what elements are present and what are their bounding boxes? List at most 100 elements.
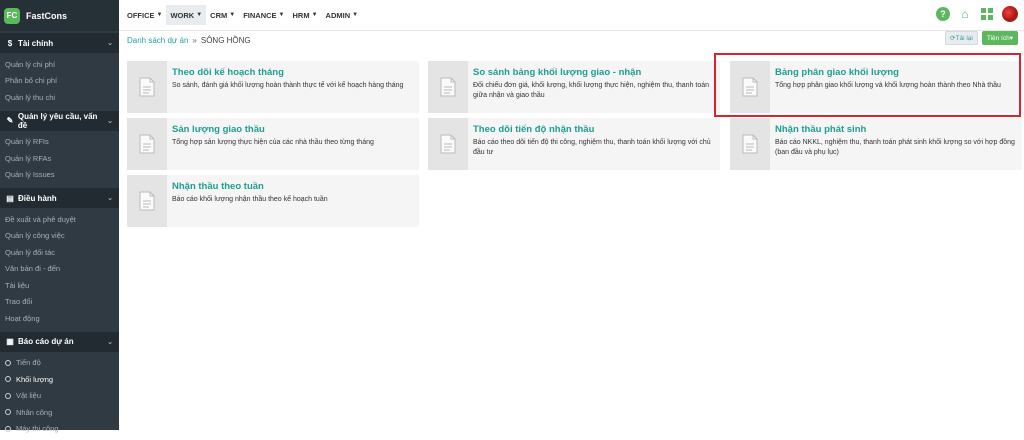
breadcrumb-separator: »: [192, 35, 197, 45]
sidebar-section-reports[interactable]: ▦ Báo cáo dự án ⌄: [0, 331, 119, 352]
reload-button[interactable]: ⟳ Tải lại: [945, 31, 978, 45]
sidebar-item-tasks[interactable]: Quản lý công việc: [0, 228, 119, 245]
chevron-down-icon: ⌄: [107, 117, 113, 125]
nav-label: Vật liệu: [16, 391, 42, 401]
report-card-contract-progress[interactable]: Theo dõi tiến độ nhận thầu Báo cáo theo d…: [428, 118, 720, 170]
chevron-down-icon: ⌄: [107, 40, 113, 47]
card-thumb: [127, 175, 167, 227]
menu-office[interactable]: OFFICE ▼: [123, 5, 166, 25]
section-title: Báo cáo dự án: [18, 337, 74, 346]
nav-label: Máy thi công: [16, 424, 59, 434]
card-description: Đối chiếu đơn giá, khối lượng, khối lượn…: [473, 82, 710, 99]
sidebar-item-proposals[interactable]: Đề xuất và phê duyệt: [0, 211, 119, 228]
top-navbar: OFFICE ▼ WORK ▼ CRM ▼ FINANCE ▼ HRM ▼ ADMIN ▼ …: [119, 0, 1024, 31]
breadcrumb-link-projects[interactable]: Danh sách dự án: [127, 36, 188, 45]
card-title: Nhận thầu phát sinh: [775, 124, 867, 135]
sidebar-item-rfis[interactable]: Quản lý RFIs: [0, 134, 119, 151]
sidebar-item-materials[interactable]: Vật liệu: [0, 388, 119, 405]
sidebar-item-progress[interactable]: Tiến độ: [0, 355, 119, 372]
tools-dropdown-button[interactable]: Tiện ích ▾: [981, 31, 1018, 45]
sidebar-item-issues[interactable]: Quản lý Issues: [0, 167, 119, 184]
sidebar-section-requests[interactable]: ✎ Quản lý yêu cầu, vấn đề ⌄: [0, 110, 119, 131]
card-thumb: [428, 61, 468, 113]
sidebar-item-activity[interactable]: Hoạt động: [0, 310, 119, 327]
report-card-subcontract-output[interactable]: Sản lượng giao thầu Tổng hợp sản lượng th…: [127, 118, 419, 170]
document-icon: [139, 191, 155, 211]
card-description: Báo cáo khối lượng nhận thầu theo kế hoạ…: [172, 196, 328, 203]
circle-icon: [5, 376, 11, 383]
report-card-additional-contract[interactable]: Nhận thầu phát sinh Báo cáo NKKL, nghiệm …: [730, 118, 1022, 170]
caret-down-icon: ▾: [1009, 35, 1013, 42]
brand[interactable]: FC FastCons: [0, 0, 119, 31]
sidebar-section-finance[interactable]: $ Tài chính ⌄: [0, 33, 119, 53]
sidebar-item-documents-in-out[interactable]: Văn bản đi - đến: [0, 261, 119, 278]
edit-icon: ✎: [6, 116, 14, 125]
card-thumb: [127, 61, 167, 113]
caret-down-icon: ▼: [278, 12, 285, 18]
brand-name: FastCons: [26, 10, 68, 21]
menu-admin[interactable]: ADMIN ▼: [322, 5, 363, 25]
sidebar-section-operations[interactable]: ▤ Điều hành ⌄: [0, 188, 119, 208]
card-title: Theo dõi kế hoạch tháng: [172, 67, 284, 78]
caret-down-icon: ▼: [156, 12, 163, 18]
nav-label: Tiến độ: [16, 358, 41, 368]
caret-down-icon: ▼: [311, 12, 318, 18]
sidebar-item-partners[interactable]: Quản lý đối tác: [0, 244, 119, 261]
section-title: Tài chính: [18, 38, 54, 48]
menu-work[interactable]: WORK ▼: [166, 5, 207, 25]
menu-label: HRM: [292, 10, 310, 20]
sidebar-item-labor[interactable]: Nhân công: [0, 404, 119, 421]
report-card-volume-comparison[interactable]: So sánh bảng khối lượng giao - nhận Đối c…: [428, 61, 720, 113]
sidebar-item-cost-allocation[interactable]: Phân bổ chi phí: [0, 73, 119, 90]
circle-icon: [5, 359, 11, 366]
sidebar-item-files[interactable]: Tài liệu: [0, 277, 119, 294]
section-title: Quản lý yêu cầu, vấn đề: [17, 111, 98, 130]
sidebar-item-discussion[interactable]: Trao đổi: [0, 294, 119, 311]
menu-crm[interactable]: CRM ▼: [206, 5, 239, 25]
card-title: Nhận thầu theo tuần: [172, 181, 264, 192]
menu-label: CRM: [210, 10, 228, 20]
sidebar-item-rfas[interactable]: Quản lý RFAs: [0, 150, 119, 167]
breadcrumb-current: SÔNG HỒNG: [200, 35, 251, 45]
avatar[interactable]: [1002, 6, 1018, 22]
report-card-monthly-plan[interactable]: Theo dõi kế hoạch tháng So sánh, đánh giá…: [127, 61, 419, 113]
card-description: Tổng hợp sản lượng thực hiện của các nhà…: [172, 139, 374, 146]
card-thumb: [730, 118, 770, 170]
document-icon: [440, 77, 456, 97]
app-logo-icon: FC: [4, 7, 20, 24]
document-icon: [139, 134, 155, 154]
nav-label: Khối lượng: [16, 374, 54, 384]
circle-icon: [5, 392, 11, 399]
sidebar-item-income-expense[interactable]: Quản lý thu chi: [0, 89, 119, 106]
circle-icon: [5, 425, 11, 432]
card-title: So sánh bảng khối lượng giao - nhận: [473, 67, 642, 78]
card-thumb: [127, 118, 167, 170]
report-card-weekly-contract[interactable]: Nhận thầu theo tuần Báo cáo khối lượng nh…: [127, 175, 419, 227]
help-icon[interactable]: ?: [936, 7, 950, 21]
sidebar-item-machinery[interactable]: Máy thi công: [0, 421, 119, 438]
report-icon: ▦: [6, 337, 14, 346]
highlight-box: [714, 53, 1021, 117]
document-icon: [742, 134, 758, 154]
home-icon[interactable]: ⌂: [958, 7, 972, 21]
sidebar-item-cost-management[interactable]: Quản lý chi phí: [0, 56, 119, 73]
caret-down-icon: ▼: [352, 12, 359, 18]
menu-label: FINANCE: [243, 10, 277, 20]
chevron-down-icon: ⌄: [107, 195, 113, 202]
menu-hrm[interactable]: HRM ▼: [289, 5, 322, 25]
chevron-down-icon: ⌄: [107, 338, 113, 346]
apps-grid-icon[interactable]: [980, 7, 994, 21]
menu-label: OFFICE: [127, 10, 155, 20]
list-icon: ▤: [6, 193, 14, 203]
sidebar: FC FastCons $ Tài chính ⌄ Quản lý chi phí…: [0, 0, 119, 433]
page-actions: ⟳ Tải lại Tiện ích ▾: [945, 31, 1018, 45]
sidebar-item-volume[interactable]: Khối lượng: [0, 371, 119, 388]
card-title: Sản lượng giao thầu: [172, 124, 265, 135]
card-title: Theo dõi tiến độ nhận thầu: [473, 124, 595, 135]
card-thumb: [428, 118, 468, 170]
card-description: Báo cáo theo dõi tiến độ thi công, nghiệ…: [473, 139, 711, 156]
menu-finance[interactable]: FINANCE ▼: [239, 5, 288, 25]
menu-label: ADMIN: [325, 10, 351, 20]
card-description: Báo cáo NKKL, nghiệm thu, thanh toán phá…: [775, 139, 1015, 156]
section-title: Điều hành: [18, 193, 57, 203]
